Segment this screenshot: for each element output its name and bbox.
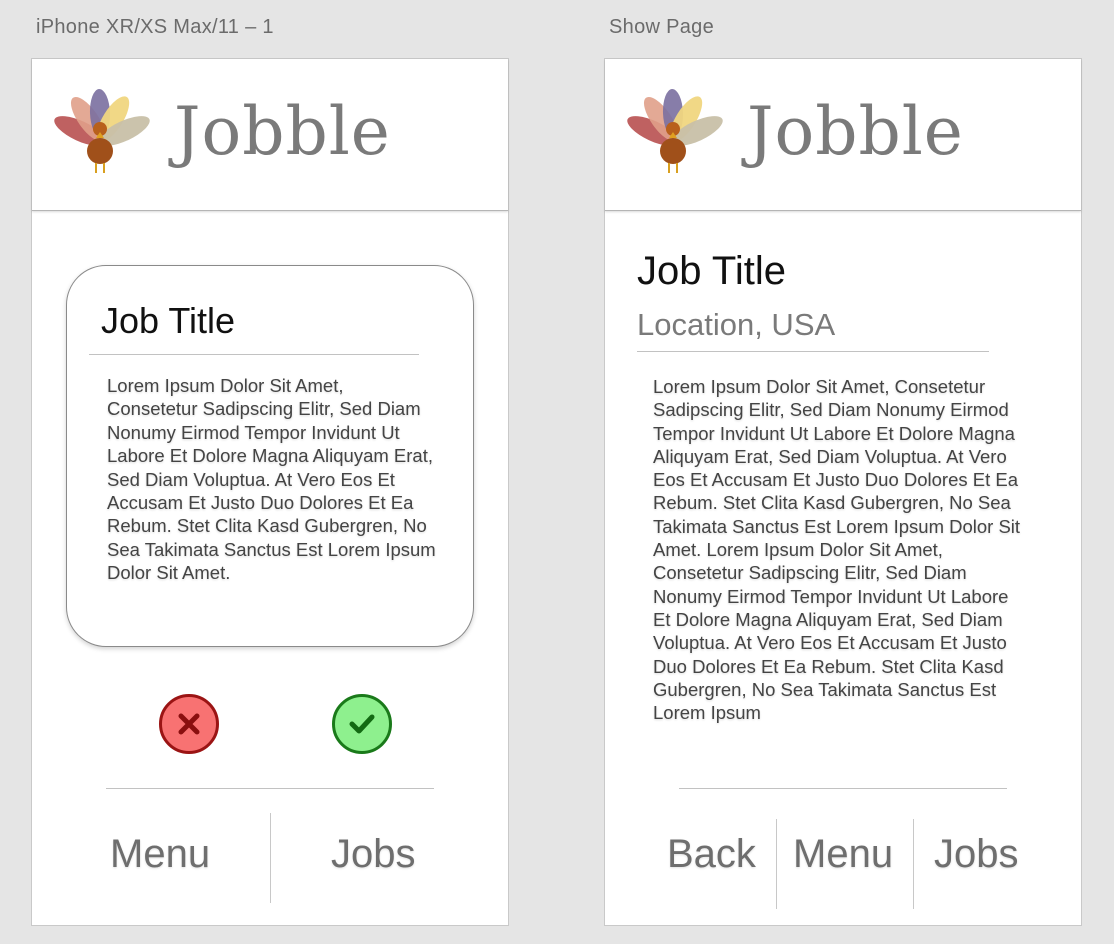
- reject-button[interactable]: [159, 694, 219, 754]
- nav-divider: [106, 788, 434, 789]
- x-icon: [178, 713, 200, 735]
- nav-separator: [776, 819, 777, 909]
- turkey-icon: [627, 89, 723, 173]
- job-title: Job Title: [101, 300, 236, 341]
- nav-separator: [270, 813, 271, 903]
- checkmark-icon: [349, 714, 375, 734]
- artboard-label: Show Page: [609, 16, 714, 38]
- nav-back[interactable]: Back: [667, 832, 756, 877]
- card-divider: [89, 354, 419, 355]
- nav-menu[interactable]: Menu: [793, 832, 893, 877]
- job-description: Lorem Ipsum Dolor Sit Amet, Consetetur S…: [653, 376, 1021, 724]
- accept-button[interactable]: [332, 694, 392, 754]
- turkey-icon: [54, 89, 150, 173]
- job-card[interactable]: Job Title Lorem Ipsum Dolor Sit Amet, Co…: [66, 265, 474, 647]
- job-location: Location, USA: [637, 307, 836, 342]
- app-header: Jobble: [605, 59, 1081, 211]
- phone-show-page: Jobble Job Title Location, USA Lorem Ips…: [604, 58, 1082, 926]
- nav-jobs[interactable]: Jobs: [331, 832, 416, 877]
- artboard-label: iPhone XR/XS Max/11 – 1: [36, 16, 274, 38]
- job-description: Lorem Ipsum Dolor Sit Amet, Consetetur S…: [107, 375, 436, 584]
- brand-name: Jobble: [747, 93, 964, 170]
- nav-menu[interactable]: Menu: [110, 832, 210, 877]
- phone-swipe-screen: Jobble Job Title Lorem Ipsum Dolor Sit A…: [31, 58, 509, 926]
- title-divider: [637, 351, 989, 352]
- nav-divider: [679, 788, 1007, 789]
- brand-name: Jobble: [174, 93, 391, 170]
- nav-jobs[interactable]: Jobs: [934, 832, 1019, 877]
- job-title: Job Title: [637, 249, 786, 293]
- app-header: Jobble: [32, 59, 508, 211]
- nav-separator: [913, 819, 914, 909]
